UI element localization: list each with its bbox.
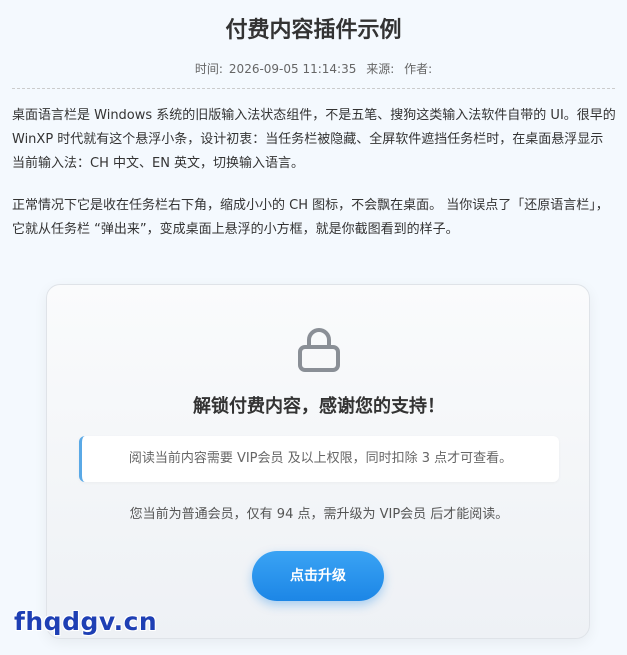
article-paragraph: 正常情况下它是收在任务栏右下角，缩成小小的 CH 图标，不会飘在桌面。 当你误点…	[12, 198, 609, 237]
page-title: 付费内容插件示例	[225, 18, 402, 43]
article-paragraph: 桌面语言栏是 Windows 系统的旧版输入法状态组件，不是五笔、搜狗这类输入法…	[12, 108, 616, 171]
divider	[12, 88, 615, 89]
article-meta: 时间: 2026-09-05 11:14:35 来源: 作者:	[0, 60, 627, 78]
time-value: 2026-09-05 11:14:35	[228, 62, 357, 76]
watermark-logo: fhqdgv.cn	[14, 607, 158, 636]
membership-status: 您当前为普通会员，仅有 94 点，需升级为 VIP会员 后才能阅读。	[129, 507, 509, 522]
permission-notice: 阅读当前内容需要 VIP会员 及以上权限，同时扣除 3 点才可查看。	[79, 436, 559, 482]
source-label: 来源:	[366, 62, 395, 76]
paywall-heading: 解锁付费内容，感谢您的支持！	[193, 396, 445, 417]
author-label: 作者:	[404, 62, 433, 76]
paywall-card: 解锁付费内容，感谢您的支持！ 阅读当前内容需要 VIP会员 及以上权限，同时扣除…	[46, 284, 590, 639]
time-label: 时间:	[194, 62, 223, 76]
upgrade-button[interactable]: 点击升级	[252, 551, 384, 601]
lock-icon	[298, 328, 340, 372]
